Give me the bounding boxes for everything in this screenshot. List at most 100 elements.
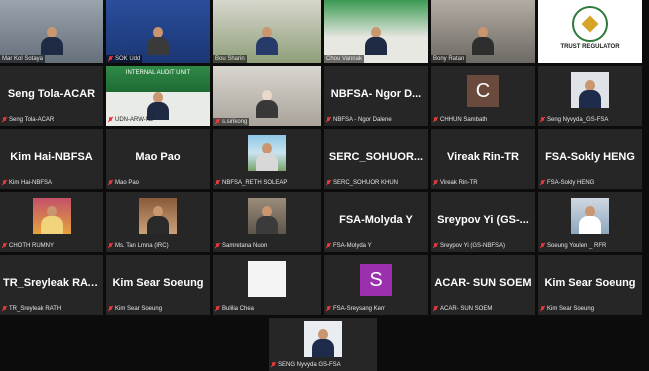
participant-tile[interactable]: NBFSA_RETH SOLEAP <box>213 129 321 189</box>
regulator-logo-icon <box>572 6 608 42</box>
muted-mic-icon <box>433 306 438 312</box>
participant-tile[interactable]: NBFSA- Ngor D... NBFSA - Ngor Dalene <box>324 66 428 126</box>
participant-caption: CHHUN Sambath <box>433 116 533 124</box>
participant-caption: ACAR- SUN SOEM <box>433 305 533 313</box>
participant-caption: FSA-Sreysang Kerr <box>326 305 426 313</box>
participant-tile[interactable]: FSA-Molyda Y FSA-Molyda Y <box>324 192 428 252</box>
participant-figure <box>40 27 63 55</box>
participant-caption: Kim Sear Soeung <box>540 305 640 313</box>
muted-mic-icon <box>326 117 331 123</box>
participant-caption: Soeung Youlen _ RFR <box>540 242 640 250</box>
participant-caption: UDN-ARW-NJ <box>108 116 208 124</box>
participant-tile[interactable]: Vireak Rin-TR Vireak Rin-TR <box>431 129 535 189</box>
muted-mic-icon <box>215 180 220 186</box>
profile-photo <box>248 261 286 297</box>
participant-caption: Mao Pao <box>108 179 208 187</box>
participant-caption: Sreypov Yi (GS-NBFSA) <box>433 242 533 250</box>
muted-mic-icon <box>2 243 7 249</box>
participant-caption: TR_Sreyleak RATH <box>2 305 101 313</box>
participant-tile[interactable]: s.sirikong <box>213 66 321 126</box>
participant-name: Kim Sear Soeung <box>112 277 204 289</box>
active-speaker-tile[interactable]: Bou Sharin <box>213 0 321 63</box>
participant-caption: CHOTH RUMNY <box>2 242 101 250</box>
muted-mic-icon <box>2 117 7 123</box>
participant-caption: Bou Sharin <box>213 55 247 63</box>
participant-caption: Seng Tola-ACAR <box>2 116 101 124</box>
participant-tile[interactable]: Bony Ratan <box>431 0 535 63</box>
audit-unit-banner: INTERNAL AUDIT UNIT <box>106 66 210 92</box>
participant-caption: SERC_SOHUOR KHUN <box>326 179 426 187</box>
participant-tile[interactable]: Kim Sear Soeung Kim Sear Soeung <box>106 255 210 315</box>
participant-tile[interactable]: Kim Sear Soeung Kim Sear Soeung <box>538 255 642 315</box>
participant-tile[interactable]: FSA-Sokly HENG FSA-Sokly HENG <box>538 129 642 189</box>
participant-tile[interactable]: SOK Udd <box>106 0 210 63</box>
participant-tile[interactable]: TR_Sreyleak RATH TR_Sreyleak RATH <box>0 255 103 315</box>
participant-caption: Bulilia Chea <box>215 305 319 313</box>
profile-photo <box>248 198 286 234</box>
participant-caption: Samretana Nuon <box>215 242 319 250</box>
participant-tile[interactable]: INTERNAL AUDIT UNIT UDN-ARW-NJ <box>106 66 210 126</box>
participant-caption: SENG Nyvyda GS-FSA <box>271 361 375 369</box>
participant-tile[interactable]: Seng Tola-ACAR Seng Tola-ACAR <box>0 66 103 126</box>
avatar: C <box>467 75 499 107</box>
gallery-view: Mar Kol Sotaya SOK Udd Bou Sharin Chou V… <box>0 0 649 371</box>
participant-tile[interactable]: SENG Nyvyda GS-FSA <box>269 318 377 371</box>
muted-mic-icon <box>2 180 7 186</box>
participant-tile[interactable]: CHOTH RUMNY <box>0 192 103 252</box>
participant-caption: NBFSA - Ngor Dalene <box>326 116 426 124</box>
profile-photo <box>248 135 286 171</box>
participant-name: Mao Pao <box>135 151 181 163</box>
muted-mic-icon <box>540 243 545 249</box>
profile-photo <box>571 72 609 108</box>
muted-mic-icon <box>540 306 545 312</box>
muted-mic-icon <box>108 243 113 249</box>
participant-name: TR_Sreyleak RATH <box>3 277 102 289</box>
participant-name: NBFSA- Ngor D... <box>330 88 422 100</box>
participant-tile[interactable]: Samretana Nuon <box>213 192 321 252</box>
participant-caption: Ms. Tan Lmna (IRC) <box>108 242 208 250</box>
participant-tile[interactable]: TRUST REGULATOR <box>538 0 642 63</box>
participant-tile[interactable]: S FSA-Sreysang Kerr <box>324 255 428 315</box>
participant-name: Vireak Rin-TR <box>447 151 519 163</box>
participant-tile[interactable]: Mar Kol Sotaya <box>0 0 103 63</box>
regulator-logo-text: TRUST REGULATOR <box>560 44 620 50</box>
participant-caption: FSA-Sokly HENG <box>540 179 640 187</box>
participant-caption: Kim Sear Soeung <box>108 305 208 313</box>
muted-mic-icon <box>433 117 438 123</box>
participant-name: Seng Tola-ACAR <box>7 88 96 100</box>
participant-name: Kim Hai-NBFSA <box>10 151 93 163</box>
participant-tile[interactable]: C CHHUN Sambath <box>431 66 535 126</box>
muted-mic-icon <box>215 119 220 125</box>
muted-mic-icon <box>433 243 438 249</box>
participant-tile[interactable]: Mao Pao Mao Pao <box>106 129 210 189</box>
participant-caption: NBFSA_RETH SOLEAP <box>215 179 319 187</box>
participant-figure <box>472 27 494 55</box>
participant-tile[interactable]: Chou Vannak <box>324 0 428 63</box>
participant-tile[interactable]: Kim Hai-NBFSA Kim Hai-NBFSA <box>0 129 103 189</box>
participant-caption: s.sirikong <box>213 118 250 126</box>
participant-figure <box>256 27 278 55</box>
profile-photo <box>571 198 609 234</box>
participant-tile[interactable]: Bulilia Chea <box>213 255 321 315</box>
muted-mic-icon <box>108 117 113 123</box>
muted-mic-icon <box>108 56 113 62</box>
participant-tile[interactable]: Ms. Tan Lmna (IRC) <box>106 192 210 252</box>
participant-tile[interactable]: Seng Nyvyda_GS-FSA <box>538 66 642 126</box>
participant-tile[interactable]: SERC_SOHUOR... SERC_SOHUOR KHUN <box>324 129 428 189</box>
muted-mic-icon <box>271 362 276 368</box>
participant-name: ACAR- SUN SOEM <box>434 277 532 289</box>
participant-figure <box>256 90 278 118</box>
muted-mic-icon <box>215 243 220 249</box>
avatar: S <box>360 264 392 296</box>
participant-caption: Seng Nyvyda_GS-FSA <box>540 116 640 124</box>
muted-mic-icon <box>326 306 331 312</box>
participant-tile[interactable]: Soeung Youlen _ RFR <box>538 192 642 252</box>
participant-caption: Mar Kol Sotaya <box>0 55 46 63</box>
participant-caption: SOK Udd <box>106 55 143 63</box>
muted-mic-icon <box>540 180 545 186</box>
participant-caption: Vireak Rin-TR <box>433 179 533 187</box>
participant-tile[interactable]: Sreypov Yi (GS-... Sreypov Yi (GS-NBFSA) <box>431 192 535 252</box>
participant-tile[interactable]: ACAR- SUN SOEM ACAR- SUN SOEM <box>431 255 535 315</box>
muted-mic-icon <box>433 180 438 186</box>
muted-mic-icon <box>540 117 545 123</box>
